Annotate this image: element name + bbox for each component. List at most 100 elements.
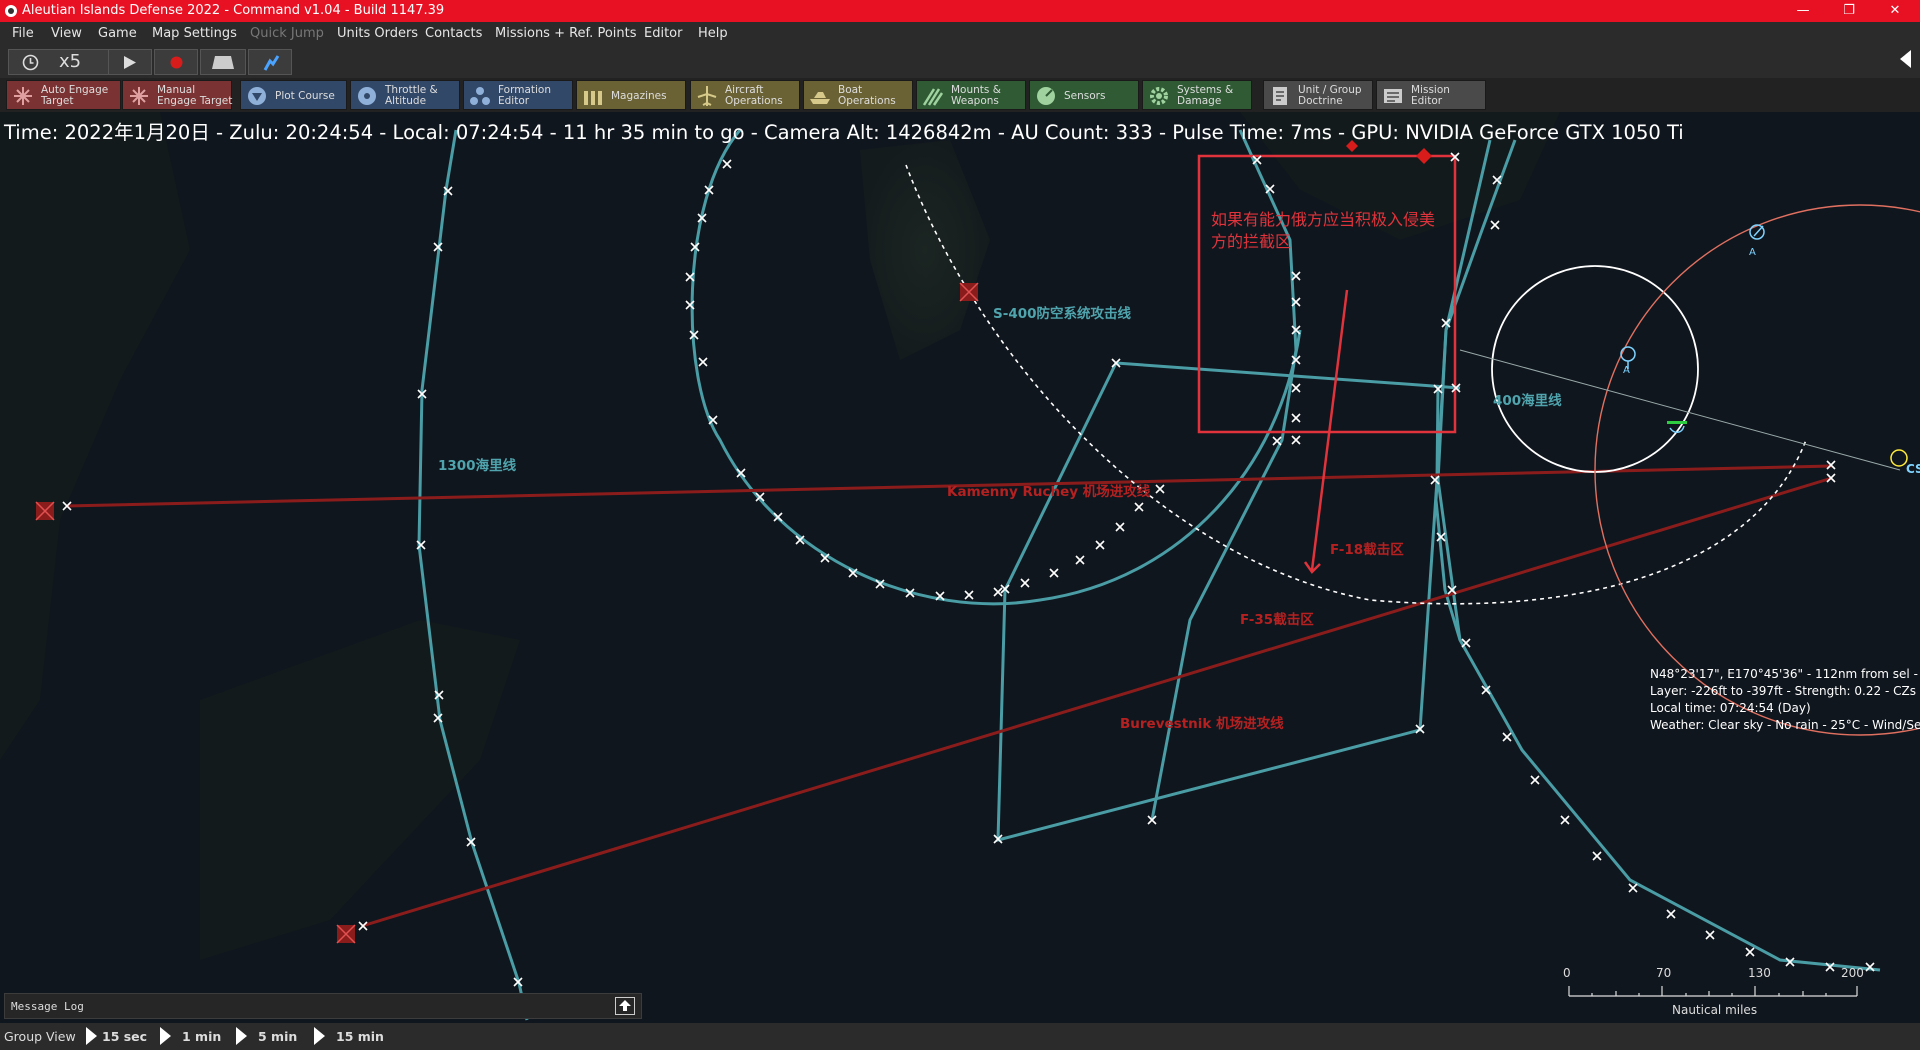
systems-damage-button[interactable]: Systems & Damage	[1142, 80, 1252, 110]
restore-button[interactable]: ❐	[1826, 0, 1872, 22]
record-button[interactable]	[154, 49, 198, 75]
mission-editor-icon	[1384, 89, 1402, 103]
boat-operations-button[interactable]: Boat Operations	[803, 80, 913, 110]
menu-unit-orders[interactable]: Units Orders	[337, 26, 418, 41]
toolbar: Auto Engage Target Manual Engage Target …	[0, 78, 1920, 112]
app-icon	[5, 5, 17, 17]
scale-tick-0: 0	[1563, 966, 1571, 980]
cursor-coordinates: N48°23'17", E170°45'36" - 112nm from sel…	[1650, 667, 1920, 681]
boat-icon	[810, 92, 830, 104]
unit-label-a2: A	[1623, 365, 1630, 376]
speed-label: x5	[59, 51, 82, 72]
aircraft-icon	[697, 86, 717, 106]
unit-icons	[1620, 224, 1908, 467]
arrow-up-icon	[619, 1000, 631, 1011]
label-f35-zone: F-35截击区	[1240, 612, 1314, 628]
auto-engage-button[interactable]: Auto Engage Target	[6, 80, 121, 110]
sensors-button[interactable]: Sensors	[1029, 80, 1139, 110]
time-compression[interactable]: x5	[8, 49, 118, 75]
annotation-note: 如果有能力俄方应当积极入侵美方的拦截区	[1211, 210, 1436, 251]
step-icon	[212, 56, 234, 69]
label-400nm-line: 400海里线	[1493, 393, 1562, 409]
close-button[interactable]: ✕	[1872, 0, 1918, 22]
throttle-altitude-button[interactable]: Throttle & Altitude	[350, 80, 460, 110]
sensors-icon	[1037, 87, 1055, 105]
magazines-button[interactable]: Magazines	[576, 80, 686, 110]
expand-log-button[interactable]	[615, 997, 635, 1015]
step-5min-icon[interactable]	[236, 1027, 247, 1045]
menu-missions[interactable]: Missions + Ref. Points	[495, 26, 637, 41]
sim-controls: x5	[0, 46, 1920, 78]
menu-editor[interactable]: Editor	[644, 26, 682, 41]
menu-quick-jump[interactable]: Quick Jump	[250, 26, 324, 41]
step-15min-icon[interactable]	[314, 1027, 325, 1045]
step-15min[interactable]: 15 min	[336, 1029, 384, 1044]
arc-s400	[690, 129, 1302, 606]
group-view-label: Group View	[4, 1029, 76, 1044]
plot-course-button[interactable]: Plot Course	[240, 80, 347, 110]
step-button[interactable]	[200, 49, 246, 75]
jump-button[interactable]	[248, 49, 292, 75]
menu-map-settings[interactable]: Map Settings	[152, 26, 237, 41]
line-1300nm	[417, 129, 529, 1021]
scale-tick-70: 70	[1656, 966, 1672, 980]
scale-unit: Nautical miles	[1672, 1003, 1758, 1017]
minimize-button[interactable]: —	[1780, 0, 1826, 22]
step-15sec-icon[interactable]	[86, 1027, 97, 1045]
collapse-panel-icon[interactable]	[1900, 50, 1911, 68]
arc-400nm	[1436, 139, 1881, 972]
jump-icon	[263, 55, 280, 71]
menu-contacts[interactable]: Contacts	[425, 26, 482, 41]
step-1min[interactable]: 1 min	[182, 1029, 221, 1044]
message-log[interactable]: Message Log	[4, 993, 642, 1019]
magazines-icon	[584, 91, 602, 105]
step-1min-icon[interactable]	[160, 1027, 171, 1045]
sensor-range-circle	[1491, 265, 1699, 473]
plot-course-icon	[248, 87, 266, 105]
title-bar: Aleutian Islands Defense 2022 - Command …	[0, 0, 1920, 22]
cursor-layer: Layer: -226ft to -397ft - Strength: 0.22…	[1650, 684, 1920, 698]
scale-bar: 0 70 130 200 Nautical miles	[1560, 962, 1880, 1020]
landmass-west	[0, 112, 190, 760]
label-f18-zone: F-18截击区	[1330, 542, 1404, 558]
step-5min[interactable]: 5 min	[258, 1029, 297, 1044]
menu-game[interactable]: Game	[98, 26, 137, 41]
scale-ruler	[1568, 986, 1858, 997]
scale-tick-200: 200	[1841, 966, 1864, 980]
aircraft-operations-button[interactable]: Aircraft Operations	[690, 80, 800, 110]
step-15sec[interactable]: 15 sec	[102, 1029, 147, 1044]
play-button[interactable]	[108, 49, 152, 75]
scale-tick-130: 130	[1748, 966, 1771, 980]
formation-icon	[470, 87, 490, 105]
menu-bar: File View Game Map Settings Quick Jump U…	[0, 22, 1920, 46]
map-overlay	[0, 112, 1920, 1021]
systems-icon	[1150, 87, 1168, 105]
mounts-icon	[922, 88, 944, 106]
clock-icon	[22, 54, 39, 71]
throttle-icon	[358, 87, 376, 105]
status-line: Time: 2022年1月20日 - Zulu: 20:24:54 - Loca…	[4, 121, 1684, 144]
window-title: Aleutian Islands Defense 2022 - Command …	[22, 3, 445, 18]
tactical-map[interactable]: S-400防空系统攻击线 1300海里线 400海里线 Kamenny Ruch…	[0, 112, 1920, 1023]
label-1300nm-line: 1300海里线	[438, 458, 517, 474]
formation-editor-button[interactable]: Formation Editor	[463, 80, 573, 110]
annotation-arrow	[1310, 289, 1349, 571]
mounts-weapons-button[interactable]: Mounts & Weapons	[916, 80, 1026, 110]
manual-engage-icon	[130, 87, 148, 105]
manual-engage-button[interactable]: Manual Engage Target	[122, 80, 232, 110]
message-log-title: Message Log	[11, 1000, 84, 1013]
menu-help[interactable]: Help	[698, 26, 728, 41]
mission-editor-button[interactable]: Mission Editor	[1376, 80, 1486, 110]
cursor-weather: Weather: Clear sky - No rain - 25°C - Wi…	[1650, 718, 1920, 732]
bearing-line	[1459, 349, 1901, 471]
bottom-bar: Group View 15 sec 1 min 5 min 15 min	[0, 1023, 1920, 1050]
menu-view[interactable]: View	[51, 26, 82, 41]
label-s400-line: S-400防空系统攻击线	[993, 306, 1132, 322]
cursor-local-time: Local time: 07:24:54 (Day)	[1650, 701, 1811, 715]
doctrine-icon	[1273, 87, 1287, 105]
label-burevestnik-line: Burevestnik 机场进攻线	[1120, 716, 1284, 732]
menu-file[interactable]: File	[12, 26, 34, 41]
play-icon	[124, 56, 136, 69]
doctrine-button[interactable]: Unit / Group Doctrine	[1263, 80, 1373, 110]
auto-engage-icon	[14, 87, 32, 105]
